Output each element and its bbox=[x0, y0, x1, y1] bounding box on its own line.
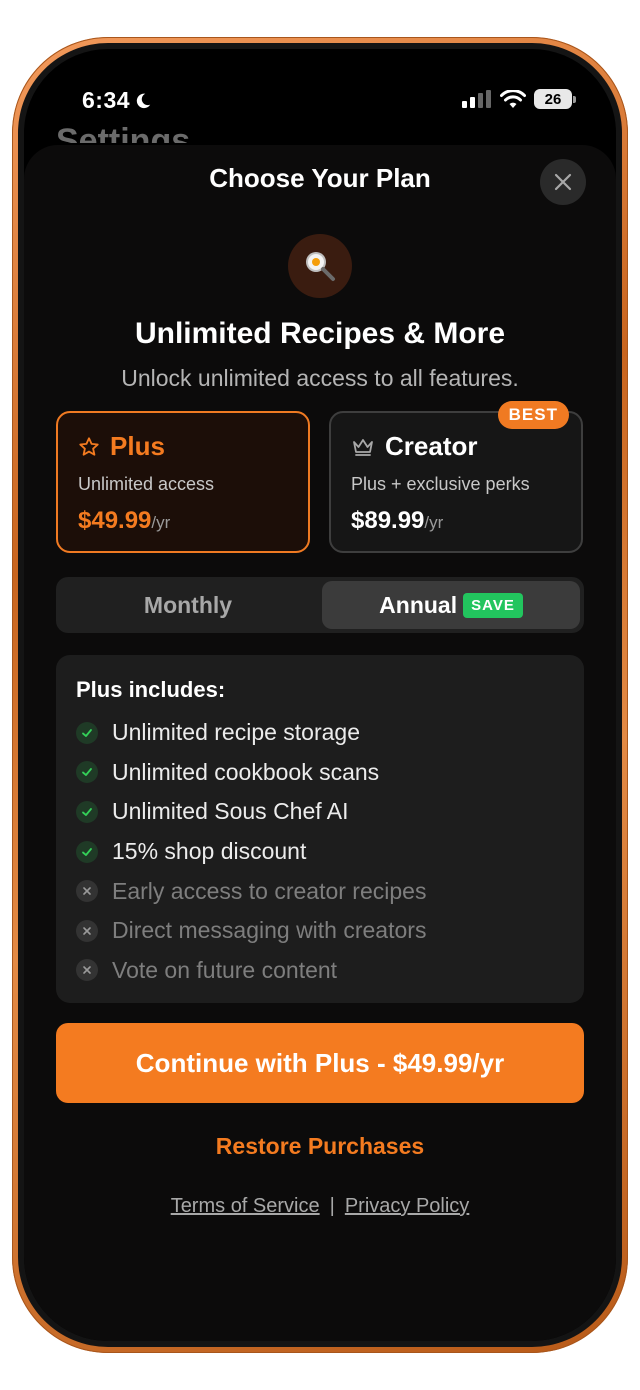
restore-purchases-link[interactable]: Restore Purchases bbox=[24, 1133, 616, 1160]
x-icon bbox=[76, 880, 98, 903]
feature-label: Unlimited Sous Chef AI bbox=[112, 798, 349, 825]
x-icon bbox=[76, 959, 98, 982]
close-button[interactable] bbox=[540, 159, 586, 205]
feature-row: Early access to creator recipes bbox=[76, 871, 564, 911]
legal-separator: | bbox=[329, 1195, 335, 1217]
feature-label: 15% shop discount bbox=[112, 838, 307, 865]
save-badge: SAVE bbox=[463, 592, 523, 618]
feature-row: Direct messaging with creators bbox=[76, 911, 564, 951]
feature-row: Unlimited recipe storage bbox=[76, 713, 564, 753]
feature-row: Unlimited cookbook scans bbox=[76, 753, 564, 793]
price-amount-creator: $89.99 bbox=[351, 507, 425, 534]
feature-label: Vote on future content bbox=[112, 956, 338, 983]
price-amount-plus: $49.99 bbox=[78, 507, 152, 534]
app-logo bbox=[288, 234, 352, 298]
feature-label: Early access to creator recipes bbox=[112, 877, 427, 904]
feature-label: Unlimited recipe storage bbox=[112, 719, 361, 746]
plan-description-plus: Unlimited access bbox=[78, 474, 215, 494]
feature-label: Direct messaging with creators bbox=[112, 917, 427, 944]
check-icon bbox=[76, 800, 98, 823]
plan-price-creator: $89.99/yr bbox=[351, 507, 561, 535]
x-icon bbox=[76, 919, 98, 942]
star-icon bbox=[79, 436, 99, 456]
feature-row: 15% shop discount bbox=[76, 832, 564, 872]
plan-card-creator[interactable]: BEST Creator Plus + exclusive perks $89.… bbox=[329, 401, 583, 553]
plan-name-creator: Creator bbox=[385, 431, 478, 461]
price-period-creator: /yr bbox=[424, 513, 444, 532]
feature-label: Unlimited cookbook scans bbox=[112, 758, 380, 785]
plan-card-plus[interactable]: Plus Unlimited access $49.99/yr bbox=[56, 411, 310, 553]
billing-period-toggle: Monthly Annual SAVE bbox=[56, 577, 584, 633]
feature-row: Vote on future content bbox=[76, 951, 564, 991]
signal-icon bbox=[462, 90, 491, 108]
privacy-policy-link[interactable]: Privacy Policy bbox=[345, 1195, 469, 1217]
check-icon bbox=[76, 721, 98, 744]
plan-description-creator: Plus + exclusive perks bbox=[351, 474, 530, 494]
status-bar-icons: 26 bbox=[462, 89, 576, 109]
headline: Unlimited Recipes & More bbox=[134, 317, 506, 350]
feature-list: Unlimited recipe storage Unlimited cookbo… bbox=[76, 713, 564, 990]
time-text: 6:34 bbox=[82, 87, 131, 113]
terms-of-service-link[interactable]: Terms of Service bbox=[171, 1195, 320, 1217]
close-icon bbox=[554, 173, 572, 191]
phone-screen: 6:34 26 Settings Choose Your Plan Unlimi… bbox=[24, 49, 616, 1341]
sheet-title: Choose Your Plan bbox=[209, 163, 431, 193]
plan-price-plus: $49.99/yr bbox=[78, 507, 288, 535]
plan-header-plus: Plus bbox=[78, 431, 288, 462]
toggle-monthly[interactable]: Monthly bbox=[56, 577, 320, 633]
restore-purchases-label: Restore Purchases bbox=[215, 1133, 425, 1159]
crown-icon bbox=[353, 438, 373, 456]
features-panel: Plus includes: Unlimited recipe storage U… bbox=[56, 655, 584, 1003]
toggle-monthly-label: Monthly bbox=[143, 591, 233, 618]
toggle-annual[interactable]: Annual SAVE bbox=[322, 581, 580, 629]
best-badge: BEST bbox=[497, 401, 569, 429]
continue-button[interactable]: Continue with Plus - $49.99/yr bbox=[56, 1023, 584, 1103]
frying-pan-icon bbox=[306, 252, 335, 281]
subheadline: Unlock unlimited access to all features. bbox=[121, 365, 519, 391]
status-bar-time: 6:34 bbox=[82, 87, 152, 114]
background-page-title: Settings bbox=[56, 122, 191, 143]
continue-button-label: Continue with Plus - $49.99/yr bbox=[135, 1047, 505, 1078]
toggle-annual-label: Annual bbox=[379, 591, 458, 618]
features-title: Plus includes: bbox=[76, 677, 226, 702]
plan-sheet: Choose Your Plan Unlimited Recipes & Mor… bbox=[24, 145, 616, 1341]
legal-links: Terms of Service | Privacy Policy bbox=[24, 1195, 616, 1218]
plan-name-plus: Plus bbox=[110, 431, 165, 461]
moon-icon bbox=[136, 93, 151, 108]
check-icon bbox=[76, 761, 98, 784]
check-icon bbox=[76, 840, 98, 863]
wifi-icon bbox=[500, 89, 526, 108]
feature-row: Unlimited Sous Chef AI bbox=[76, 792, 564, 832]
battery-level: 26 bbox=[544, 90, 562, 108]
battery-indicator: 26 bbox=[534, 89, 576, 109]
price-period-plus: /yr bbox=[151, 513, 171, 532]
plan-header-creator: Creator bbox=[351, 431, 561, 462]
